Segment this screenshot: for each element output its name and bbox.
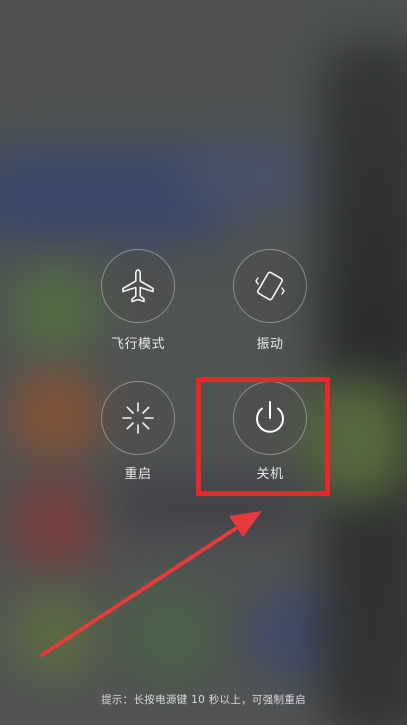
reboot-button[interactable]	[101, 381, 175, 455]
reboot-spinner-icon	[122, 402, 154, 434]
vibrate-phone-icon	[255, 271, 285, 301]
airplane-mode-button[interactable]	[101, 249, 175, 323]
reboot-label: 重启	[124, 467, 152, 482]
power-menu-screen: 飞行模式 振动 重启 关机 提示：长按电源键 10 秒以上，可强制重启	[0, 0, 407, 725]
force-restart-hint: 提示：长按电源键 10 秒以上，可强制重启	[101, 694, 306, 706]
vibrate-label: 振动	[256, 337, 284, 352]
blurred-home-background	[0, 0, 407, 725]
airplane-mode-label: 飞行模式	[110, 337, 165, 352]
airplane-icon	[122, 269, 154, 303]
vibrate-button[interactable]	[233, 249, 307, 323]
shutdown-highlight-box	[196, 377, 330, 496]
